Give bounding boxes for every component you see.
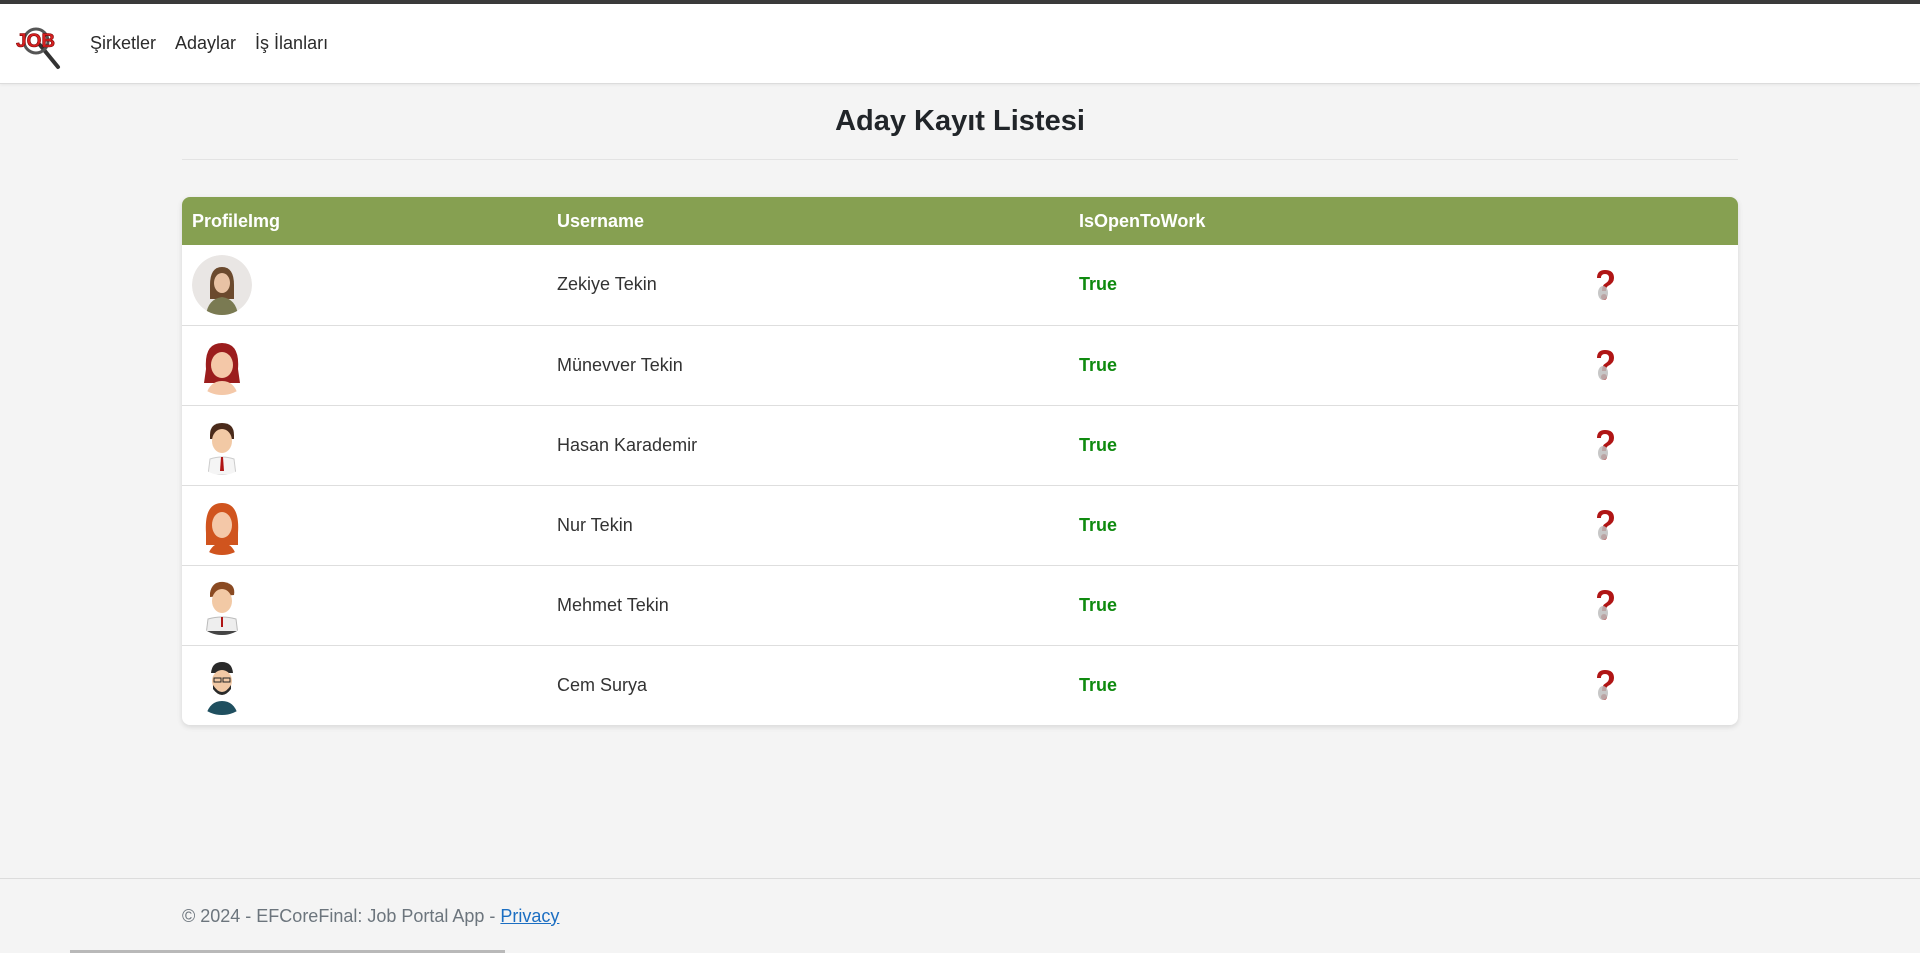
nav-link-adaylar[interactable]: Adaylar xyxy=(175,33,236,54)
action-cell xyxy=(1559,324,1738,405)
profile-cell xyxy=(182,644,547,725)
username-cell: Cem Surya xyxy=(547,644,1069,725)
question-mark-icon[interactable] xyxy=(1589,507,1621,543)
job-logo-icon: JOB xyxy=(16,27,60,69)
table-row: Münevver Tekin True xyxy=(182,324,1738,405)
open-to-work-status: True xyxy=(1069,324,1559,405)
nav-link-is-ilanlari[interactable]: İş İlanları xyxy=(255,33,328,54)
footer-copyright: © 2024 - EFCoreFinal: Job Portal App - xyxy=(182,906,501,926)
svg-text:JOB: JOB xyxy=(16,31,55,52)
username-cell: Zekiye Tekin xyxy=(557,274,657,295)
avatar xyxy=(192,495,252,555)
table-header-row: ProfileImg Username IsOpenToWork xyxy=(182,197,1738,245)
profile-cell xyxy=(182,245,547,325)
username-cell: Mehmet Tekin xyxy=(547,564,1069,645)
profile-cell xyxy=(182,564,547,645)
question-mark-icon[interactable] xyxy=(1589,667,1621,703)
avatar xyxy=(192,575,252,635)
table-row: Zekiye Tekin True xyxy=(182,245,1738,325)
question-mark-icon[interactable] xyxy=(1589,427,1621,463)
page-footer: © 2024 - EFCoreFinal: Job Portal App - P… xyxy=(0,878,1920,953)
open-to-work-status: True xyxy=(1069,564,1559,645)
header-action xyxy=(1559,197,1738,245)
question-mark-icon[interactable] xyxy=(1589,587,1621,623)
nav-link-sirketler[interactable]: Şirketler xyxy=(90,33,156,54)
profile-cell xyxy=(182,404,547,485)
table-row: Nur Tekin True xyxy=(182,484,1738,565)
action-cell xyxy=(1559,404,1738,485)
page-title: Aday Kayıt Listesi xyxy=(835,105,1085,137)
avatar xyxy=(192,415,252,475)
footer-text: © 2024 - EFCoreFinal: Job Portal App - P… xyxy=(182,906,559,927)
avatar xyxy=(192,335,252,395)
header-profileimg: ProfileImg xyxy=(192,210,281,231)
header-username: Username xyxy=(557,210,645,231)
question-mark-icon[interactable] xyxy=(1589,347,1621,383)
title-divider xyxy=(182,159,1738,160)
action-cell xyxy=(1559,484,1738,565)
candidate-table-card: ProfileImg Username IsOpenToWork Zekiye … xyxy=(182,197,1738,725)
job-logo[interactable]: JOB xyxy=(14,17,62,71)
username-cell: Münevver Tekin xyxy=(547,324,1069,405)
question-mark-icon[interactable] xyxy=(1589,267,1621,303)
table-row: Cem Surya True xyxy=(182,644,1738,725)
action-cell xyxy=(1559,644,1738,725)
table-row: Hasan Karademir True xyxy=(182,404,1738,485)
top-navbar: JOB Şirketler Adaylar İş İlanları xyxy=(0,4,1920,84)
profile-cell xyxy=(182,324,547,405)
privacy-link[interactable]: Privacy xyxy=(500,906,559,926)
avatar xyxy=(192,655,252,716)
username-cell: Nur Tekin xyxy=(547,484,1069,565)
open-to-work-status: True xyxy=(1069,484,1559,565)
open-to-work-status: True xyxy=(1069,644,1559,725)
candidate-table: ProfileImg Username IsOpenToWork Zekiye … xyxy=(182,197,1738,725)
open-to-work-status: True xyxy=(1069,404,1559,485)
header-isopentowork: IsOpenToWork xyxy=(1079,210,1206,231)
avatar xyxy=(192,254,252,315)
username-cell: Hasan Karademir xyxy=(547,404,1069,485)
action-cell xyxy=(1559,245,1738,325)
profile-cell xyxy=(182,484,547,565)
action-cell xyxy=(1559,564,1738,645)
open-to-work-status: True xyxy=(1079,274,1118,295)
table-row: Mehmet Tekin True xyxy=(182,564,1738,645)
